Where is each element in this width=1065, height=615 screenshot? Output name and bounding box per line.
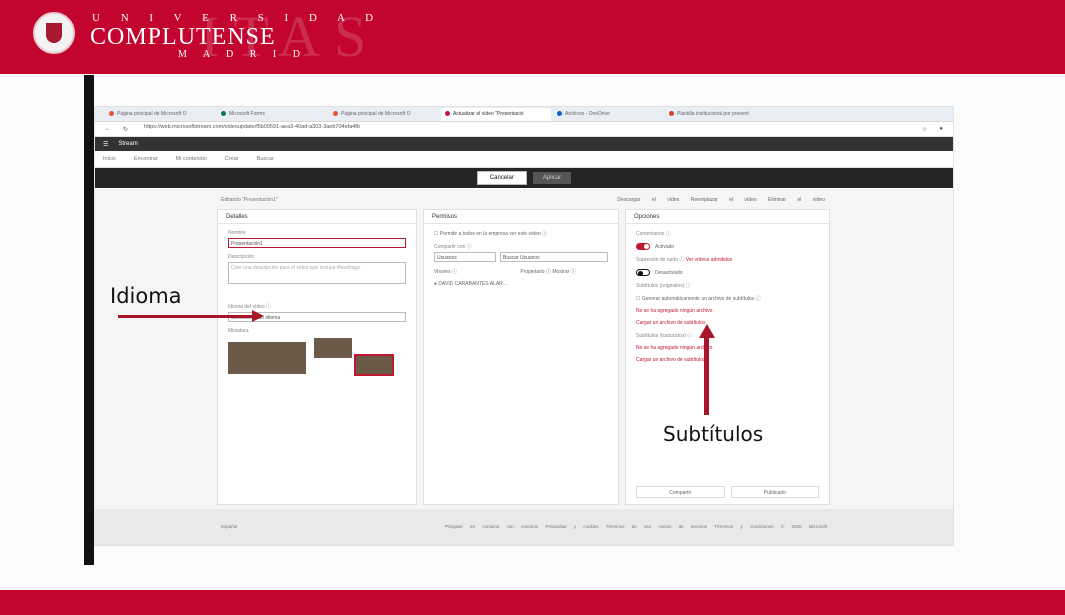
office-icon [333,110,338,116]
permissions-panel: Permisos ☐ Permitir a todos en la empres… [423,209,619,505]
idioma-callout: Idioma [110,284,182,308]
avatar: ● [434,281,438,287]
name-field[interactable]: Presentación1 [228,238,406,248]
apply-button[interactable]: Aplicar [532,172,572,184]
video-actions: Descargar el vídeo Reemplazar el vídeo E… [617,197,825,203]
auto-subtitles-checkbox[interactable]: ☐ Generar automáticamente un archivo de … [636,295,819,302]
university-seal-icon [33,12,75,54]
university-banner: ITAS U N I V E R S I D A D COMPLUTENSE M… [0,0,1065,74]
bottom-banner [0,590,1065,615]
browser-tab[interactable]: Microsoft Forms [217,108,327,121]
thumbnail-option[interactable] [314,338,352,358]
address-row: ← ↻ https://web.microsoftstream.com/vide… [95,122,953,137]
back-arrow-icon[interactable]: ← [105,126,111,132]
not-added-translated-text: No se ha agregado ningún archivo [636,345,713,351]
stream-icon [445,110,450,116]
browser-tab[interactable]: Página principal de Microsoft O [105,108,215,121]
video-edit-area: Editando "Presentación1" Descargar el ví… [95,189,953,511]
stream-app-name: Stream [118,141,138,147]
university-name: COMPLUTENSE [90,24,276,50]
supported-videos-link[interactable]: Ver vídeos admitidos [686,257,732,263]
university-label: U N I V E R S I D A D [92,12,383,24]
not-added-text: No se ha agregado ningún archivo [636,308,713,314]
profile-icon[interactable]: ● [939,126,943,132]
options-panel: Opciones Comentarios ⓘ Activado Supresió… [625,209,830,505]
onedrive-icon [557,110,562,116]
thumbnail-option[interactable] [228,342,306,374]
app-launcher-icon[interactable]: ☰ [103,141,108,148]
thumbnail-label: Miniatura [228,328,249,334]
allow-all-checkbox[interactable]: ☐ Permitir a todos en la empresa ver est… [434,230,608,237]
browser-screenshot: Página principal de Microsoft O Microsof… [94,106,954,546]
permissions-headings: Visores ⓘ Propietario ⓘ Mostrar ⓘ [434,269,576,275]
browser-tab-active[interactable]: Actualizar el vídeo "Presentació [441,107,551,121]
upload-translated-subtitles-link[interactable]: Cargar un archivo de subtítulos [636,357,819,363]
reload-icon[interactable]: ↻ [123,126,128,133]
permissions-title: Permisos [424,210,618,224]
idioma-arrow-icon [118,315,252,318]
details-title: Detalles [218,210,416,224]
edit-action-bar: Cancelar Aplicar [95,168,953,188]
address-bar[interactable]: https://web.microsoftstream.com/videoupd… [140,124,910,134]
comments-switch[interactable] [636,243,650,250]
subtitulos-arrowhead-icon [699,324,715,338]
share-type-select[interactable]: Usuarios [434,252,496,262]
description-label: Descripción [228,254,255,260]
forms-icon [221,110,226,116]
replace-video-button[interactable]: Reemplazar el vídeo [691,197,757,203]
upload-subtitles-link[interactable]: Cargar un archivo de subtítulos [636,320,819,326]
noise-switch[interactable] [636,269,650,276]
comments-label: Comentarios ⓘ [636,231,671,237]
stream-footer: Español Póngase en contacto con nosotros… [95,509,953,545]
permission-user-row: ● DAVID CARABANTES ALAR... [434,281,507,287]
nav-create[interactable]: Crear [225,156,239,162]
subtitles-original-label: Subtítulos (originales) ⓘ [636,283,691,289]
cancel-button[interactable]: Cancelar [476,171,527,185]
comments-toggle[interactable]: Activado [636,243,819,250]
description-field[interactable]: Cree una descripción para el vídeo que i… [228,262,406,284]
share-controls: Usuarios Buscar Usuarios [434,252,608,262]
noise-label: Supresión de ruido ⓘ Ver vídeos admitido… [636,257,733,263]
thumbnail-selected[interactable] [354,354,394,376]
idioma-arrowhead-icon [252,310,264,322]
download-video-button[interactable]: Descargar el vídeo [617,197,679,203]
delete-video-button[interactable]: Eliminar el vídeo [768,197,825,203]
share-with-label: Compartir con ⓘ [434,244,472,250]
left-black-bar [84,75,94,565]
footer-links[interactable]: Póngase en contacto con nosotros Privaci… [445,524,827,529]
office-icon [109,110,114,116]
stream-navigation: Inicio Encontrar Mi contenido Crear Busc… [95,151,953,168]
stream-header: ☰ Stream [95,137,953,151]
presentation-slide: ITAS U N I V E R S I D A D COMPLUTENSE M… [0,0,1065,615]
search-users-field[interactable]: Buscar Usuarios [500,252,608,262]
nav-find[interactable]: Encontrar [134,156,158,162]
browser-tab[interactable]: Página principal de Microsoft O [329,108,439,121]
subtitulos-arrow-icon [704,337,709,415]
nav-home[interactable]: Inicio [103,156,116,162]
options-title: Opciones [626,210,829,224]
language-label: Idioma del vídeo ⓘ [228,304,272,310]
published-button[interactable]: Publicado [730,486,819,498]
subtitulos-callout: Subtítulos [663,422,764,446]
browser-tab-strip: Página principal de Microsoft O Microsof… [95,107,953,122]
editing-title: Editando "Presentación1" [221,197,278,203]
subtitles-translated-label: Subtítulos (traducidos) ⓘ [636,333,693,339]
thumbnail-strip [228,338,406,380]
name-label: Nombre [228,230,246,236]
footer-language[interactable]: Español [221,524,237,529]
nav-my-content[interactable]: Mi contenido [176,156,207,162]
share-button[interactable]: Compartir [636,486,725,498]
browser-tab[interactable]: Archivos - OneDrive [553,108,663,121]
favorites-icon[interactable]: ☆ [922,126,927,133]
noise-toggle[interactable]: Desactivado [636,269,819,276]
browser-tab[interactable]: Plantilla institucional por present [665,108,775,121]
nav-search[interactable]: Buscar [257,156,274,162]
details-panel: Detalles Nombre Presentación1 Descripció… [217,209,417,505]
powerpoint-icon [669,110,674,116]
publish-actions: Compartir Publicado [636,486,819,498]
university-city: M A D R I D [178,49,307,60]
